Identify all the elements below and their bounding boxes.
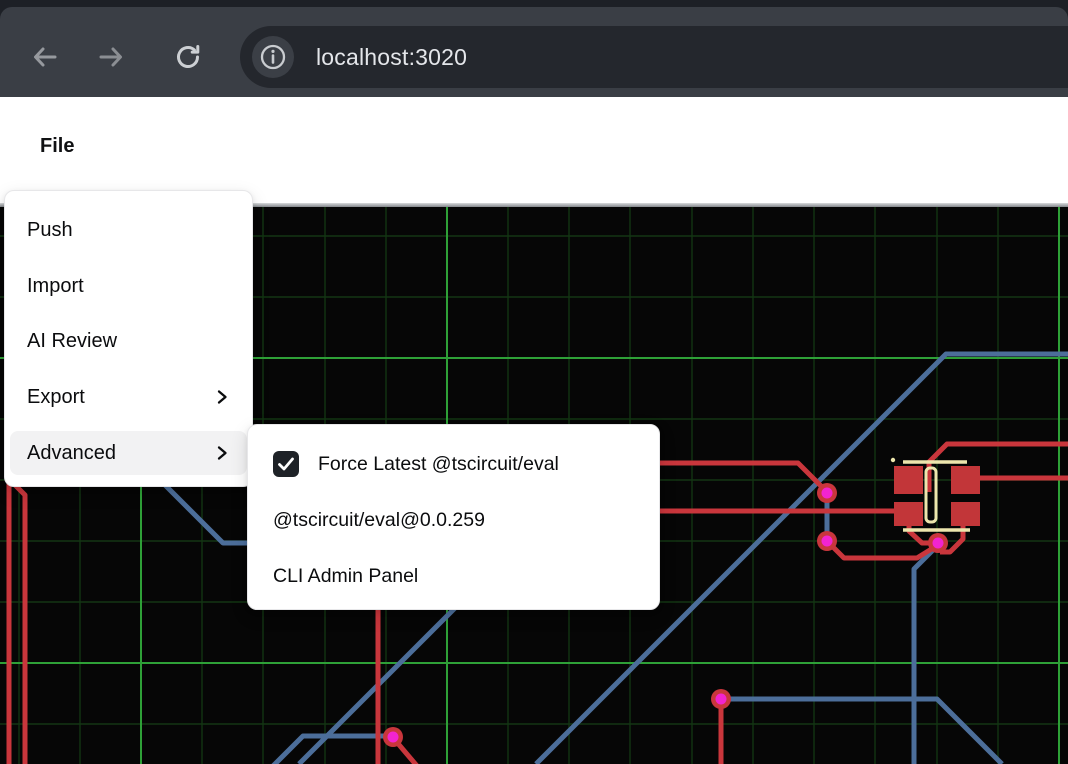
browser-chrome: localhost:3020 (0, 0, 1068, 97)
chevron-right-icon (214, 443, 230, 463)
chevron-right-icon (214, 387, 230, 407)
reload-icon[interactable] (172, 41, 204, 73)
smd-pad (894, 466, 923, 494)
smd-pad (951, 466, 980, 494)
submenu-item-cli-admin-panel[interactable]: CLI Admin Panel (254, 554, 653, 598)
menu-item-ai-review[interactable]: AI Review (10, 319, 247, 363)
menu-item-import[interactable]: Import (10, 264, 247, 308)
menu-item-push[interactable]: Push (10, 208, 247, 252)
menu-item-export[interactable]: Export (10, 375, 247, 419)
checkbox-checked-icon[interactable] (273, 451, 299, 477)
menu-item-label: Push (27, 219, 73, 242)
menubar-item-file[interactable]: File (40, 135, 74, 158)
advanced-submenu: Force Latest @tscircuit/eval @tscircuit/… (247, 424, 660, 610)
back-arrow-icon[interactable] (29, 41, 61, 73)
page-header-band: File (0, 97, 1068, 203)
submenu-item-label: Force Latest @tscircuit/eval (318, 453, 559, 476)
via-hole (388, 732, 399, 743)
browser-toolbar: localhost:3020 (0, 7, 1068, 97)
site-info-icon[interactable] (252, 36, 294, 78)
file-menu-dropdown: Push Import AI Review Export Advanced (4, 190, 253, 487)
menu-item-advanced[interactable]: Advanced (10, 431, 247, 475)
menu-item-label: Import (27, 275, 84, 298)
forward-arrow-icon[interactable] (95, 41, 127, 73)
menu-item-label: Export (27, 386, 85, 409)
smd-pad (951, 502, 980, 526)
url-text[interactable]: localhost:3020 (316, 26, 467, 88)
submenu-item-label: CLI Admin Panel (273, 565, 418, 588)
via-hole (716, 694, 727, 705)
submenu-item-label: @tscircuit/eval@0.0.259 (273, 509, 485, 532)
menu-item-label: Advanced (27, 442, 116, 465)
via-hole (822, 536, 833, 547)
smd-pad (894, 502, 923, 526)
via-hole (933, 538, 944, 549)
via-hole (822, 488, 833, 499)
submenu-item-force-latest[interactable]: Force Latest @tscircuit/eval (254, 442, 653, 486)
address-bar[interactable]: localhost:3020 (240, 26, 1068, 88)
submenu-item-eval-version[interactable]: @tscircuit/eval@0.0.259 (254, 498, 653, 542)
menu-item-label: AI Review (27, 330, 117, 353)
silkscreen-dot (891, 458, 895, 462)
